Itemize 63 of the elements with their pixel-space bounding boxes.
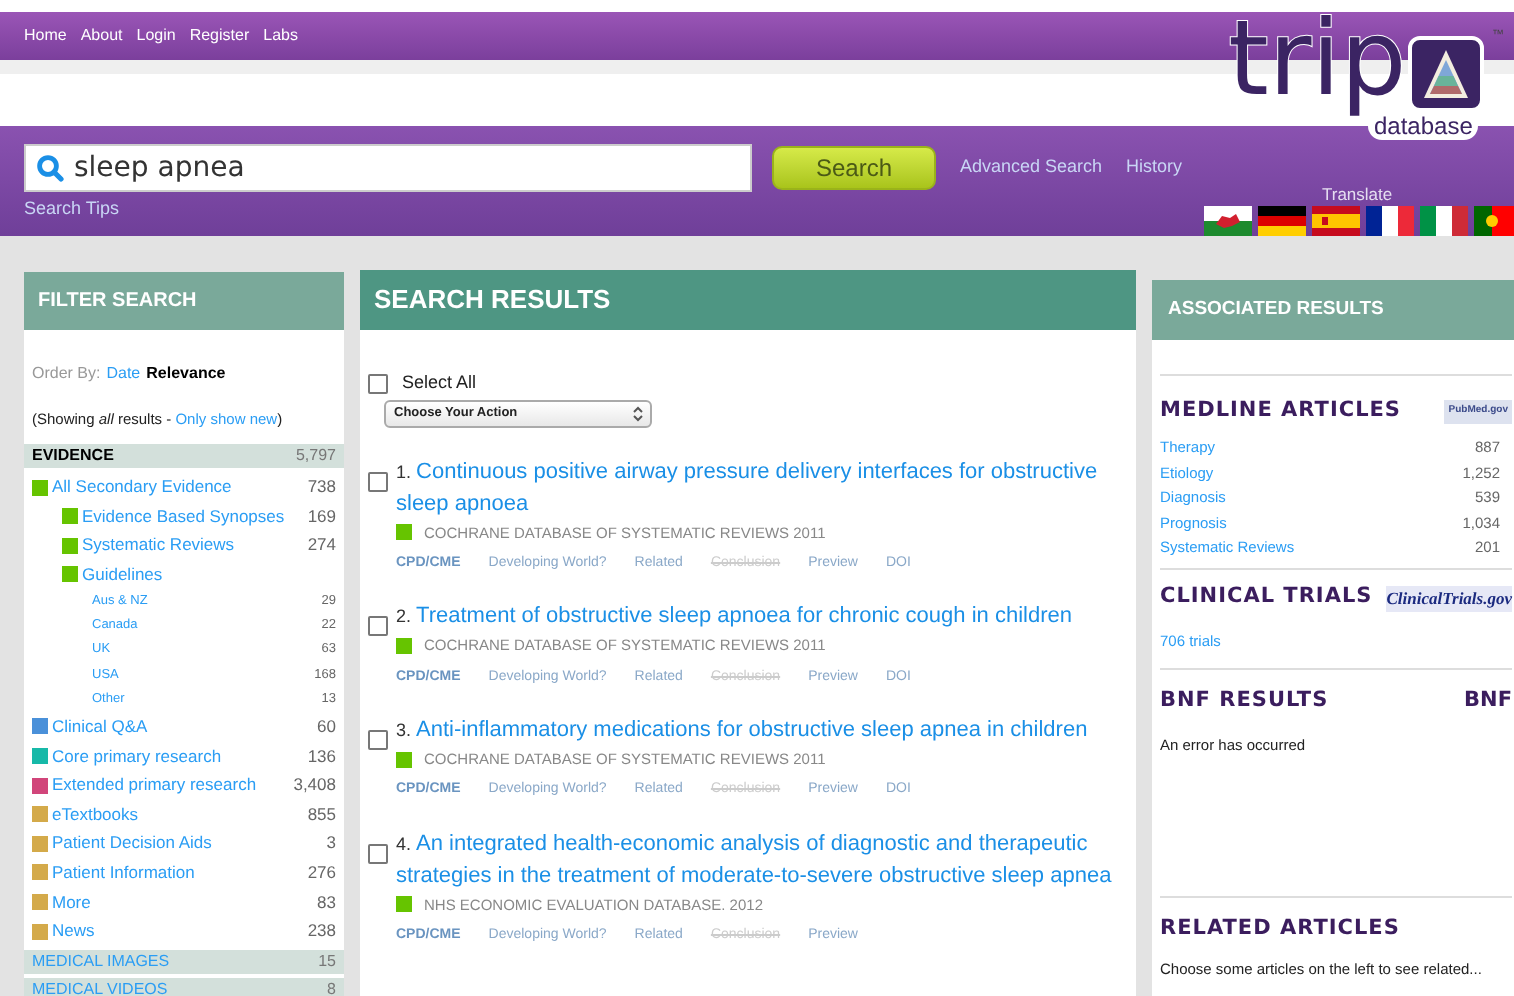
- checkbox[interactable]: [368, 471, 388, 491]
- filter-link[interactable]: News: [52, 918, 95, 944]
- section-heading: MEDLINE ARTICLES: [1160, 396, 1401, 426]
- section-heading: CLINICAL TRIALS: [1160, 582, 1373, 613]
- translate-label: Translate: [1322, 182, 1393, 208]
- checkbox[interactable]: [368, 730, 388, 750]
- filter-count: 169: [307, 503, 336, 530]
- panel-title: ASSOCIATED RESULTS: [1168, 295, 1384, 324]
- filter-count: 3,408: [293, 772, 336, 798]
- search-field[interactable]: sleep apnea: [24, 144, 752, 192]
- search-button[interactable]: Search: [772, 146, 936, 190]
- section-heading: BNF RESULTS: [1160, 686, 1329, 717]
- panel-title: FILTER SEARCH: [38, 288, 197, 316]
- filter-link[interactable]: All Secondary Evidence: [52, 474, 232, 500]
- filter-count: 276: [307, 860, 336, 886]
- filter-link[interactable]: Evidence Based Synopses: [82, 503, 285, 530]
- filter-count: 855: [307, 801, 336, 828]
- result-title-link[interactable]: 1. Continuous positive airway pressure delivery interfaces for obstructive sleep apnoea: [396, 455, 1116, 519]
- filter-count: 274: [307, 532, 336, 559]
- checkbox[interactable]: [368, 616, 388, 637]
- filter-link[interactable]: Clinical Q&A: [52, 714, 148, 740]
- filter-link[interactable]: Patient Information: [52, 860, 195, 886]
- bnf-label: BNF: [1464, 686, 1512, 717]
- nav-link[interactable]: Home: [24, 24, 67, 48]
- filter-link[interactable]: More: [52, 889, 91, 915]
- filter-link[interactable]: Core primary research: [52, 743, 222, 769]
- result-title-link[interactable]: 3. Anti-inflammatory medications for obstructive sleep apnea in children: [396, 714, 1116, 746]
- result-title-link[interactable]: 2. Treatment of obstructive sleep apnoea for chronic cough in children: [396, 600, 1116, 633]
- sort-option[interactable]: Date: [106, 362, 141, 386]
- search-icon: [36, 154, 64, 182]
- panel-title: SEARCH RESULTS: [374, 282, 611, 319]
- checkbox[interactable]: [368, 373, 388, 394]
- filter-count: 3: [326, 830, 336, 857]
- search-link[interactable]: Advanced Search: [960, 154, 1103, 182]
- sort-option[interactable]: Relevance: [146, 362, 226, 386]
- filter-link[interactable]: Patient Decision Aids: [52, 830, 212, 857]
- filter-link[interactable]: Systematic Reviews: [82, 532, 235, 559]
- chevron-icon: [632, 405, 644, 421]
- nav-link[interactable]: About: [80, 24, 123, 48]
- search-link[interactable]: History: [1126, 154, 1183, 182]
- filter-section[interactable]: MEDICAL IMAGES 15: [24, 949, 344, 974]
- filter-section[interactable]: EVIDENCE 5,797: [24, 444, 344, 469]
- source-badge: ClinicalTrials.gov: [1386, 585, 1512, 611]
- filter-link[interactable]: Guidelines: [82, 561, 163, 588]
- search-tips-link[interactable]: Search Tips: [24, 196, 120, 223]
- nav-link[interactable]: Login: [136, 24, 176, 48]
- flag-icon[interactable]: [1258, 206, 1306, 236]
- filter-count: 238: [307, 918, 336, 944]
- order-label: Order By:: [32, 362, 101, 386]
- filter-count: 60: [317, 714, 336, 740]
- checkbox[interactable]: [368, 843, 388, 864]
- nav-link[interactable]: Register: [189, 24, 250, 48]
- filter-count: 83: [317, 889, 336, 915]
- nav-link[interactable]: Labs: [263, 24, 298, 48]
- filter-link[interactable]: eTextbooks: [52, 801, 138, 828]
- filter-count: 738: [307, 474, 336, 500]
- section-heading: RELATED ARTICLES: [1160, 914, 1400, 945]
- filter-count: 136: [307, 743, 336, 769]
- filter-link[interactable]: Extended primary research: [52, 772, 257, 798]
- flag-icon[interactable]: [1366, 206, 1414, 236]
- filter-section[interactable]: MEDICAL VIDEOS 8: [24, 977, 344, 996]
- result-title-link[interactable]: 4. An integrated health-economic analysis of diagnostic and therapeutic strategies in the treatment of moderate-to-severe obstructive sleep apnea: [396, 827, 1116, 892]
- select-all-label: Select All: [402, 370, 477, 396]
